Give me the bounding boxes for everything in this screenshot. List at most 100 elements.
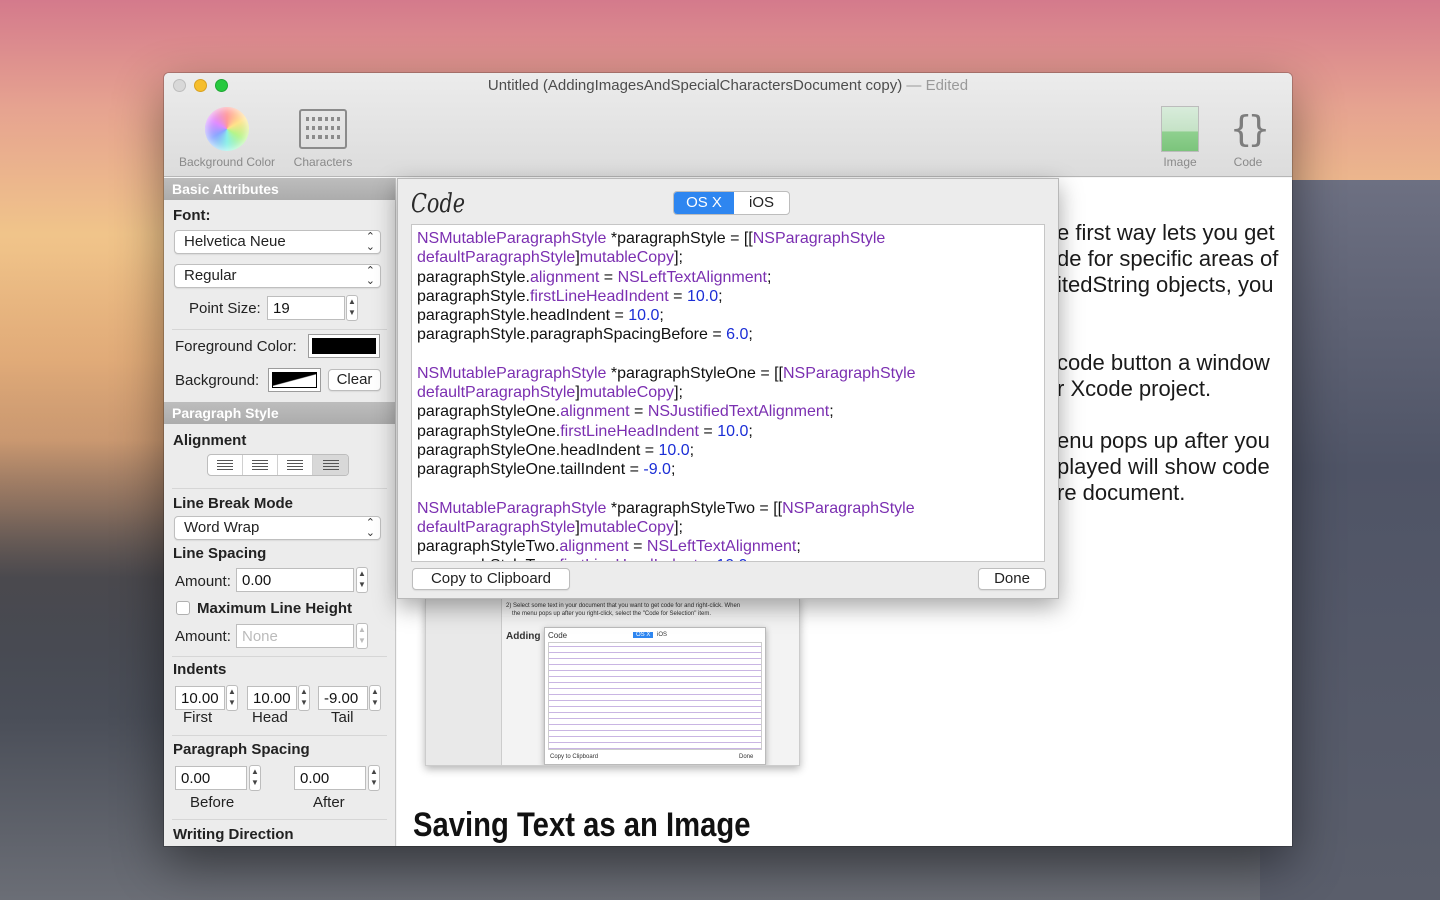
align-justify-icon[interactable] (313, 455, 348, 475)
background-color-tool[interactable]: Background Color (172, 103, 282, 169)
code-token: = (629, 403, 648, 421)
code-line: NSMutableParagraphStyle *paragraphStyleO… (417, 364, 1039, 383)
divider (172, 656, 387, 657)
code-token: 10.0 (716, 557, 747, 561)
font-family-popup[interactable]: Helvetica Neue ⌃ ⌄ (174, 230, 381, 254)
code-token: paragraphStyleTwo. (417, 557, 559, 561)
alignment-segmented-control[interactable] (207, 454, 349, 476)
characters-tool[interactable]: Characters (288, 103, 358, 169)
image-tool[interactable]: Image (1154, 103, 1206, 169)
embedded-screenshot-image[interactable]: 2) Select some text in your document tha… (425, 596, 800, 766)
code-token: = (628, 538, 647, 555)
foreground-color-well[interactable] (308, 334, 380, 358)
font-style-popup[interactable]: Regular ⌃ ⌄ (174, 264, 381, 288)
code-token: mutableCopy (579, 518, 675, 536)
line-spacing-amount-field[interactable]: 0.00 (236, 568, 354, 592)
doc-line: code button a window (1057, 350, 1270, 375)
code-label: Code (1233, 155, 1263, 169)
first-indent-stepper[interactable]: ▲ ▼ (226, 685, 238, 711)
code-token: = (698, 422, 718, 440)
thumb-copy-button: Copy to Clipboard (550, 754, 599, 760)
code-token: NSMutableParagraphStyle (417, 364, 607, 382)
doc-line: de for specific areas of (1057, 246, 1279, 271)
spacing-before-field[interactable]: 0.00 (175, 766, 247, 790)
maximum-line-height-checkbox[interactable] (176, 601, 190, 615)
code-line: paragraphStyleOne.headIndent = 10.0; (417, 441, 1039, 460)
code-token: ; (766, 268, 772, 286)
doc-line: r Xcode project. (1057, 376, 1212, 401)
code-token: 10.0 (658, 441, 690, 459)
tail-indent-field[interactable]: -9.00 (318, 686, 368, 710)
code-token: mutableCopy (579, 384, 675, 401)
code-token: NSParagraphStyle (782, 499, 915, 517)
done-button[interactable]: Done (978, 568, 1046, 590)
code-token: NSJustifiedTextAlignment (647, 403, 830, 421)
thumb-seg-osx: OS X (633, 632, 654, 638)
image-label: Image (1163, 155, 1197, 169)
code-token: paragraphStyleOne.headIndent = (417, 441, 659, 459)
code-token: alignment (560, 403, 630, 421)
point-size-stepper[interactable]: ▲ ▼ (346, 295, 358, 321)
divider (172, 735, 387, 736)
head-indent-stepper[interactable]: ▲ ▼ (298, 685, 310, 711)
spacing-after-field[interactable]: 0.00 (294, 766, 366, 790)
code-token: paragraphStyle. (417, 287, 530, 305)
max-line-height-stepper[interactable]: ▲ ▼ (356, 623, 368, 649)
align-center-icon[interactable] (243, 455, 278, 475)
copy-to-clipboard-button[interactable]: Copy to Clipboard (412, 568, 570, 590)
align-left-icon[interactable] (208, 455, 243, 475)
point-size-field[interactable]: 19 (267, 296, 345, 320)
chevron-updown-icon: ⌃ ⌄ (365, 231, 375, 253)
head-indent-label: Head (252, 709, 288, 726)
code-token: 6.0 (726, 326, 749, 344)
clear-background-button[interactable]: Clear (328, 369, 381, 391)
thumb-panel-title: Code (548, 631, 568, 640)
segment-ios[interactable]: iOS (734, 192, 789, 214)
window-title: Untitled (AddingImagesAndSpecialCharacte… (164, 77, 1292, 94)
thumb-sidebar (426, 597, 502, 765)
background-color-well[interactable] (268, 368, 321, 392)
spacing-before-label: Before (190, 794, 235, 811)
line-spacing-stepper[interactable]: ▲ ▼ (356, 567, 368, 593)
code-token: firstLineHeadIndent (560, 422, 699, 440)
tail-indent-stepper[interactable]: ▲ ▼ (369, 685, 381, 711)
first-indent-field[interactable]: 10.00 (175, 686, 225, 710)
code-text-view[interactable]: NSMutableParagraphStyle *paragraphStyle … (411, 224, 1045, 562)
code-token: NSParagraphStyle (783, 364, 916, 382)
code-line: NSMutableParagraphStyle *paragraphStyle … (417, 229, 1039, 248)
line-break-mode-label: Line Break Mode (173, 495, 294, 512)
code-token: = (599, 268, 618, 286)
code-token: ; (689, 441, 695, 459)
background-label: Background: (175, 372, 260, 389)
code-line: paragraphStyle.paragraphSpacingBefore = … (417, 325, 1039, 344)
max-line-height-amount-field[interactable]: None (236, 624, 354, 648)
align-right-icon[interactable] (278, 455, 313, 475)
thumb-done-button: Done (739, 754, 754, 760)
platform-segmented-control[interactable]: OS X iOS (673, 191, 790, 215)
code-token: alignment (559, 538, 629, 555)
code-token: ; (829, 403, 834, 421)
code-line: paragraphStyle.firstLineHeadIndent = 10.… (417, 287, 1039, 306)
code-tool[interactable]: {} Code (1222, 103, 1274, 170)
basic-attributes-header: Basic Attributes (164, 178, 395, 200)
code-token: = (668, 287, 687, 305)
font-label: Font: (173, 207, 211, 224)
code-token: NSMutableParagraphStyle (417, 499, 607, 517)
first-indent-label: First (183, 709, 213, 726)
line-break-mode-value: Word Wrap (184, 519, 260, 536)
head-indent-field[interactable]: 10.00 (247, 686, 297, 710)
code-token: ; (659, 307, 664, 324)
segment-osx[interactable]: OS X (674, 192, 734, 214)
thumb-code-panel: Code OS X iOS Copy to Clipboard Done (544, 627, 766, 765)
font-style-value: Regular (184, 267, 237, 284)
code-line: defaultParagraphStyle]mutableCopy]; (417, 383, 1039, 402)
code-token: ]; (674, 384, 683, 401)
point-size-label: Point Size: (189, 300, 261, 317)
code-token: ; (670, 461, 676, 478)
spacing-after-stepper[interactable]: ▲ ▼ (368, 765, 380, 791)
spacing-before-stepper[interactable]: ▲ ▼ (249, 765, 261, 791)
code-token: *paragraphStyle = [[ (606, 230, 753, 247)
line-break-mode-popup[interactable]: Word Wrap ⌃ ⌄ (174, 516, 381, 540)
alignment-label: Alignment (173, 432, 247, 449)
